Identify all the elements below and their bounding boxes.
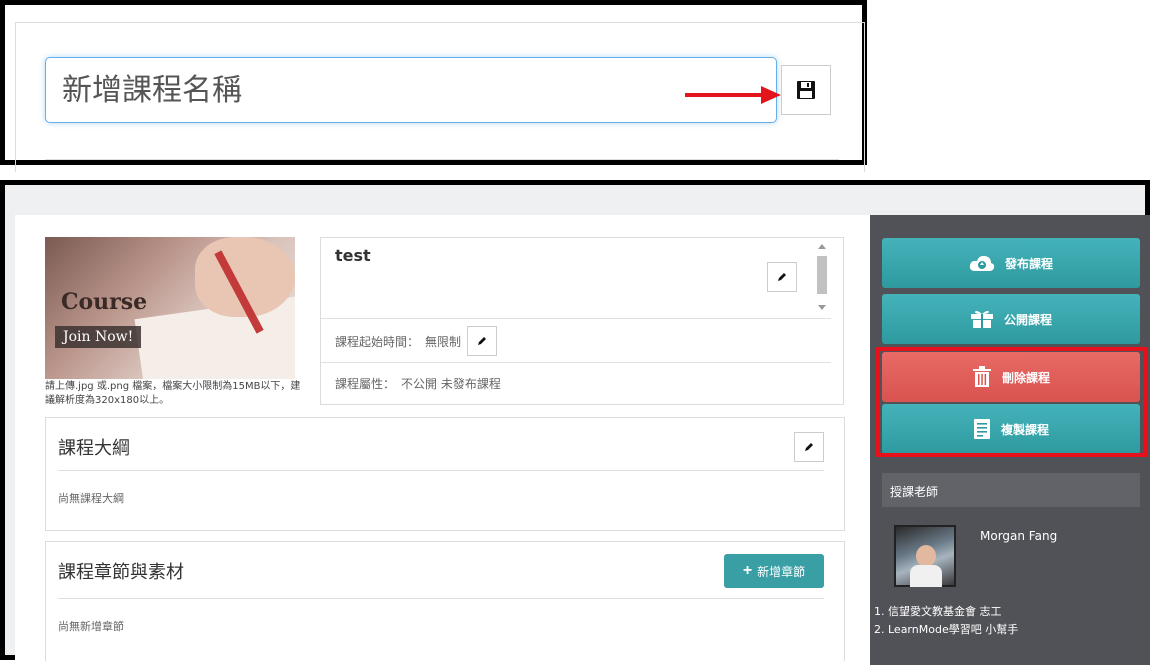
outline-empty-text: 尚無課程大綱 [58,492,124,505]
avatar-face [916,545,936,567]
edit-start-time-button[interactable] [467,326,498,356]
public-course-button[interactable]: 公開課程 [882,294,1140,344]
cover-join-label: Join Now! [55,326,142,348]
teacher-header: 授課老師 [882,473,1140,507]
floppy-save-icon [797,81,815,99]
scroll-down-icon [818,305,826,310]
scroll-up-icon [818,244,826,249]
teacher-name: Morgan Fang [980,529,1058,543]
divider [45,159,839,160]
pencil-icon [805,443,813,451]
add-chapter-button[interactable]: + 新增章節 [724,554,824,588]
edit-title-button[interactable] [767,262,797,292]
cloud-upload-icon [969,255,995,271]
teacher-role-1: 1. 信望愛文教基金會 志工 [874,605,1002,618]
title-scrollbar[interactable] [815,242,829,312]
course-editor-frame: Course Join Now! 請上傳.jpg 或.png 檔案，檔案大小限制… [0,180,1150,665]
course-cover-image[interactable]: Course Join Now! [45,237,295,379]
new-course-frame [0,0,867,172]
pencil-icon [478,337,487,345]
gift-icon [970,310,993,328]
arrow-right-icon [685,86,781,104]
teacher-roles: 1. 信望愛文教基金會 志工 2. LearnMode學習吧 小幫手 [874,603,1018,639]
teacher-avatar [894,525,956,587]
start-time-label: 課程起始時間： [335,334,420,349]
course-main-area: Course Join Now! 請上傳.jpg 或.png 檔案，檔案大小限制… [15,215,870,665]
edit-outline-button[interactable] [794,432,824,462]
cover-word: Course [61,289,148,315]
start-time-row: 課程起始時間： 無限制 [335,326,498,356]
course-chapters-card: 課程章節與素材 + 新增章節 尚無新增章節 [45,541,845,661]
pencil-icon [778,273,786,281]
course-sidebar: 發布課程 公開課程 刪除課程 複製課程 授課老師 Morgan Fang 1. … [870,215,1150,665]
chapters-empty-text: 尚無新增章節 [58,620,124,633]
highlight-box [875,347,1147,457]
teacher-role-2: 2. LearnMode學習吧 小幫手 [874,623,1019,636]
divider [321,362,831,363]
save-course-name-button[interactable] [781,65,831,115]
outline-title: 課程大綱 [58,438,130,459]
public-course-label: 公開課程 [1003,312,1052,327]
divider [321,318,831,319]
course-name-input[interactable] [45,57,777,123]
divider [58,470,824,471]
start-time-value: 無限制 [425,334,462,349]
course-info-card: test 課程起始時間： 無限制 課程屬性： 不公開 未發布課程 [320,237,844,405]
plus-icon: + [742,562,753,579]
image-upload-note: 請上傳.jpg 或.png 檔案，檔案大小限制為15MB以下，建議解析度為320… [45,381,301,406]
chapters-title: 課程章節與素材 [58,562,184,583]
attribute-row: 課程屬性： 不公開 未發布課程 [335,375,501,392]
add-chapter-label: 新增章節 [757,564,806,579]
publish-course-button[interactable]: 發布課程 [882,238,1140,288]
course-title: test [335,246,371,265]
attribute-label: 課程屬性： [335,377,396,391]
scroll-thumb[interactable] [817,256,827,294]
divider [58,598,824,599]
avatar-body [910,565,942,587]
publish-course-label: 發布課程 [1004,256,1053,271]
attribute-value: 不公開 未發布課程 [401,377,501,391]
course-outline-card: 課程大綱 尚無課程大綱 [45,417,845,531]
